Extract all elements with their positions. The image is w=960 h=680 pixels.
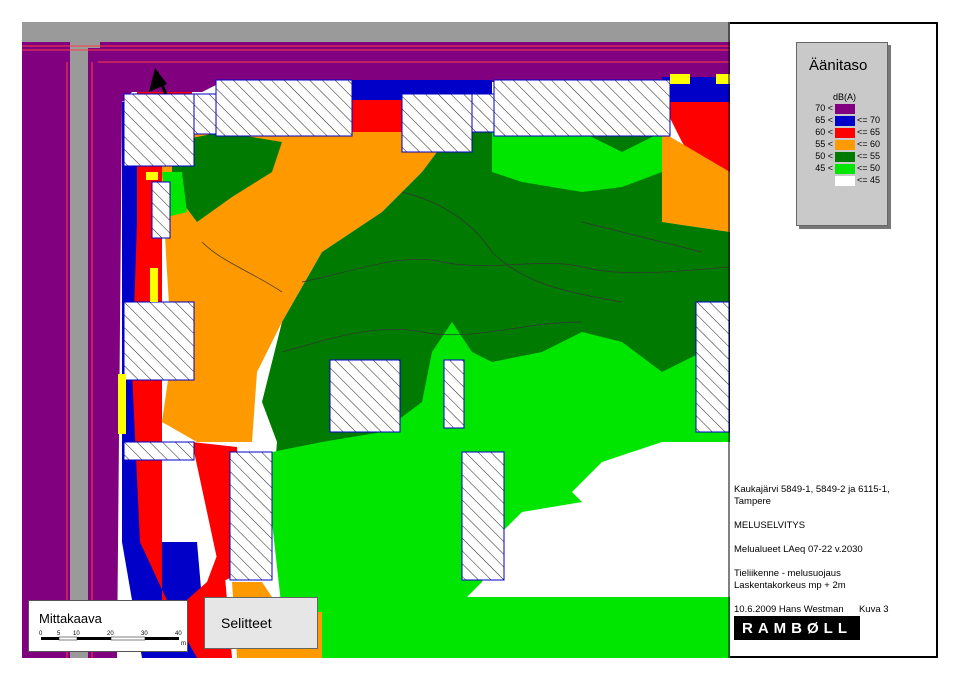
legend-low: 70 < [815, 103, 833, 113]
traffic-description: Tieliikenne - melusuojaus [734, 568, 841, 579]
legend-row: <= 45 [797, 175, 887, 187]
scale-tick: 0 [39, 631, 43, 637]
scale-tick: 5 [57, 631, 61, 637]
scale-tick: 10 [73, 631, 80, 637]
building [215, 79, 353, 137]
building [123, 441, 195, 461]
legend-low: 55 < [815, 139, 833, 149]
zones-description: Melualueet LAeq 07-22 v.2030 [734, 544, 863, 555]
scale-bar: Mittakaava 0 5 10 20 30 40 m [28, 600, 188, 652]
scale-ruler: 0 5 10 20 30 40 m [39, 631, 186, 647]
legend-low: 65 < [815, 115, 833, 125]
legend-row: 45 < <= 50 [797, 163, 887, 175]
legend-high: <= 50 [857, 163, 881, 173]
legend-button[interactable]: Selitteet [204, 597, 318, 649]
date-author: 10.6.2009 Hans Westman [734, 604, 844, 615]
legend-row: 55 < <= 60 [797, 139, 887, 151]
building [329, 359, 401, 433]
legend-swatch [835, 140, 855, 150]
legend-row: 50 < <= 55 [797, 151, 887, 163]
noise-map: N [22, 22, 730, 658]
legend-swatch [835, 152, 855, 162]
legend-row: 70 < [797, 103, 887, 115]
title-block: Kaukajärvi 5849-1, 5849-2 ja 6115-1, Tam… [734, 484, 934, 616]
legend-swatch [835, 128, 855, 138]
building [123, 301, 195, 381]
legend-high: <= 55 [857, 151, 881, 161]
project-line-2: Tampere [734, 496, 771, 507]
legend-high: <= 60 [857, 139, 881, 149]
building [493, 79, 671, 137]
building [471, 93, 495, 133]
legend-row: 65 < <= 70 [797, 115, 887, 127]
height-description: Laskentakorkeus mp + 2m [734, 580, 846, 591]
building [461, 451, 505, 581]
building [229, 451, 273, 581]
legend-button-label: Selitteet [221, 615, 272, 631]
scale-tick: 40 [175, 631, 182, 637]
building [443, 359, 465, 429]
building [151, 181, 171, 239]
ramboll-logo: RAMBØLL [734, 616, 860, 640]
scale-tick: 30 [141, 631, 148, 637]
legend-title: Äänitaso [809, 57, 868, 74]
building [123, 93, 195, 167]
scale-tick: 20 [107, 631, 114, 637]
legend-low: 45 < [815, 163, 833, 173]
scale-unit: m [181, 641, 186, 647]
figure-number: Kuva 3 [858, 604, 889, 615]
legend: Äänitaso dB(A) 70 < 65 < <= 70 60 < <= 6… [796, 42, 888, 226]
date-author-figure: 10.6.2009 Hans Westman Kuva 3 [734, 604, 934, 616]
legend-high: <= 65 [857, 127, 881, 137]
legend-low: 60 < [815, 127, 833, 137]
legend-unit: dB(A) [833, 92, 857, 102]
building [401, 93, 473, 153]
legend-row: 60 < <= 65 [797, 127, 887, 139]
zone-45-50-south [442, 597, 730, 658]
report-type: MELUSELVITYS [734, 520, 806, 531]
building [695, 301, 730, 433]
legend-swatch [835, 164, 855, 174]
legend-high: <= 45 [857, 175, 881, 185]
project-line-1: Kaukajärvi 5849-1, 5849-2 ja 6115-1, [734, 484, 890, 495]
legend-swatch [835, 104, 855, 114]
legend-high: <= 70 [857, 115, 881, 125]
legend-low: 50 < [815, 151, 833, 161]
building [193, 93, 217, 135]
legend-swatch [835, 116, 855, 126]
legend-swatch [835, 176, 855, 186]
